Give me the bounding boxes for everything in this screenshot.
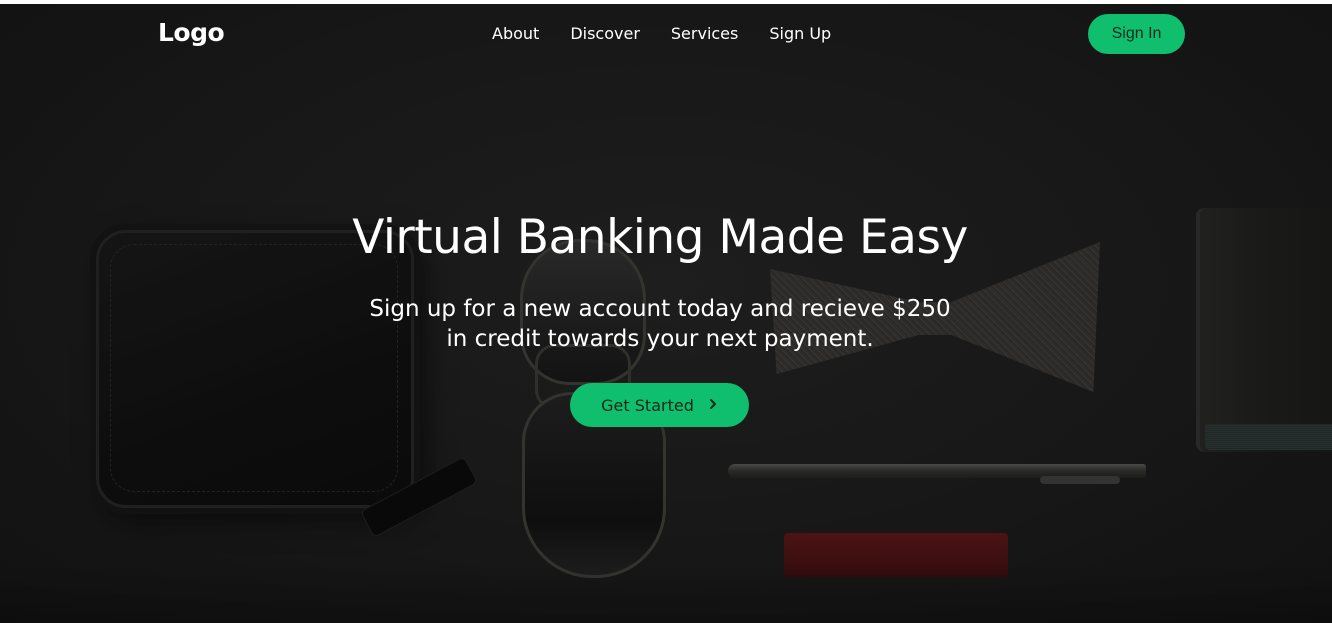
nav-link-about[interactable]: About (492, 24, 539, 44)
logo[interactable]: Logo (158, 18, 225, 47)
hero-subtitle: Sign up for a new account today and reci… (0, 294, 1326, 354)
landing-page: Logo About Discover Services Sign Up Sig… (0, 4, 1332, 623)
hero-title: Virtual Banking Made Easy (352, 210, 968, 265)
nav-link-services[interactable]: Services (671, 24, 738, 44)
hero-subtitle-line-2: in credit towards your next payment. (446, 326, 874, 352)
get-started-label: Get Started (601, 395, 694, 415)
nav-link-sign-up[interactable]: Sign Up (769, 24, 831, 44)
hero-subtitle-line-1: Sign up for a new account today and reci… (369, 296, 951, 322)
get-started-button[interactable]: Get Started (570, 383, 749, 427)
nav-link-discover[interactable]: Discover (570, 24, 640, 44)
sign-in-button[interactable]: Sign In (1088, 14, 1185, 54)
main-nav: About Discover Services Sign Up (492, 24, 862, 44)
chevron-right-icon (708, 397, 718, 413)
